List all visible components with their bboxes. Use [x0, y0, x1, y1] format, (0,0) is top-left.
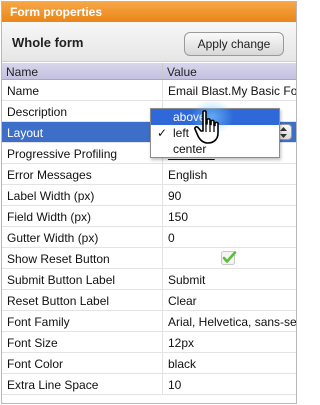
- row-divider: [162, 227, 163, 247]
- row-field-width[interactable]: Field Width (px) 150: [2, 206, 296, 227]
- panel-title: Form properties: [2, 2, 296, 22]
- row-gutter-width[interactable]: Gutter Width (px) 0: [2, 227, 296, 248]
- font-size-value[interactable]: 12px: [168, 336, 296, 350]
- row-divider: [162, 269, 163, 289]
- gutter-width-value[interactable]: 0: [168, 231, 296, 245]
- row-label: Reset Button Label: [7, 294, 110, 308]
- row-label: Font Size: [7, 336, 58, 350]
- row-divider: [162, 353, 163, 373]
- hand-pointer-icon: [194, 110, 219, 144]
- extra-line-space-value[interactable]: 10: [168, 378, 296, 392]
- error-messages-value[interactable]: English: [168, 168, 296, 182]
- row-divider: [162, 206, 163, 226]
- checkmark-icon[interactable]: [221, 251, 237, 265]
- grid-header: Name Value: [2, 63, 296, 80]
- row-font-family[interactable]: Font Family Arial, Helvetica, sans-serif: [2, 311, 296, 332]
- whole-form-label: Whole form: [12, 35, 84, 50]
- font-family-value[interactable]: Arial, Helvetica, sans-serif: [168, 315, 296, 329]
- row-divider: [162, 248, 163, 268]
- row-label: Font Family: [7, 315, 70, 329]
- row-label: Description: [7, 105, 68, 119]
- row-font-size[interactable]: Font Size 12px: [2, 332, 296, 353]
- row-label: Name: [7, 84, 40, 98]
- row-label: Progressive Profiling: [7, 147, 118, 161]
- row-reset-button-label[interactable]: Reset Button Label Clear: [2, 290, 296, 311]
- font-color-value[interactable]: black: [168, 357, 296, 371]
- row-submit-button-label[interactable]: Submit Button Label Submit: [2, 269, 296, 290]
- row-divider: [162, 332, 163, 352]
- submit-label-value[interactable]: Submit: [168, 273, 296, 287]
- row-label: Font Color: [7, 357, 64, 371]
- checkmark-icon: ✓: [157, 126, 168, 140]
- row-font-color[interactable]: Font Color black: [2, 353, 296, 374]
- row-divider: [162, 164, 163, 184]
- row-label: Submit Button Label: [7, 273, 116, 287]
- form-properties-panel: Form properties Whole form Apply change …: [1, 1, 297, 404]
- row-label: Error Messages: [7, 168, 92, 182]
- row-divider: [162, 374, 163, 394]
- row-name[interactable]: Name Email Blast.My Basic Form: [2, 80, 296, 101]
- apply-change-button[interactable]: Apply change: [184, 32, 284, 56]
- name-value[interactable]: Email Blast.My Basic Form: [168, 84, 296, 98]
- row-label: Extra Line Space: [7, 378, 99, 392]
- whole-form-bar: Whole form Apply change: [2, 22, 296, 62]
- row-divider: [162, 311, 163, 331]
- header-divider: [162, 63, 163, 79]
- header-value: Value: [167, 65, 197, 79]
- row-divider: [162, 290, 163, 310]
- row-label-width[interactable]: Label Width (px) 90: [2, 185, 296, 206]
- label-width-value[interactable]: 90: [168, 189, 296, 203]
- row-label: Show Reset Button: [7, 252, 110, 266]
- header-name: Name: [6, 65, 39, 79]
- row-label: Field Width (px): [7, 210, 92, 224]
- reset-label-value[interactable]: Clear: [168, 294, 296, 308]
- row-label: Gutter Width (px): [7, 231, 99, 245]
- row-divider: [162, 80, 163, 100]
- option-label: left: [173, 126, 190, 140]
- field-width-value[interactable]: 150: [168, 210, 296, 224]
- select-arrows-icon: [280, 127, 287, 138]
- row-error-messages[interactable]: Error Messages English: [2, 164, 296, 185]
- row-divider: [162, 185, 163, 205]
- row-extra-line-space[interactable]: Extra Line Space 10: [2, 374, 296, 395]
- row-label: Label Width (px): [7, 189, 95, 203]
- row-label: Layout: [7, 126, 44, 140]
- row-show-reset-button[interactable]: Show Reset Button: [2, 248, 296, 269]
